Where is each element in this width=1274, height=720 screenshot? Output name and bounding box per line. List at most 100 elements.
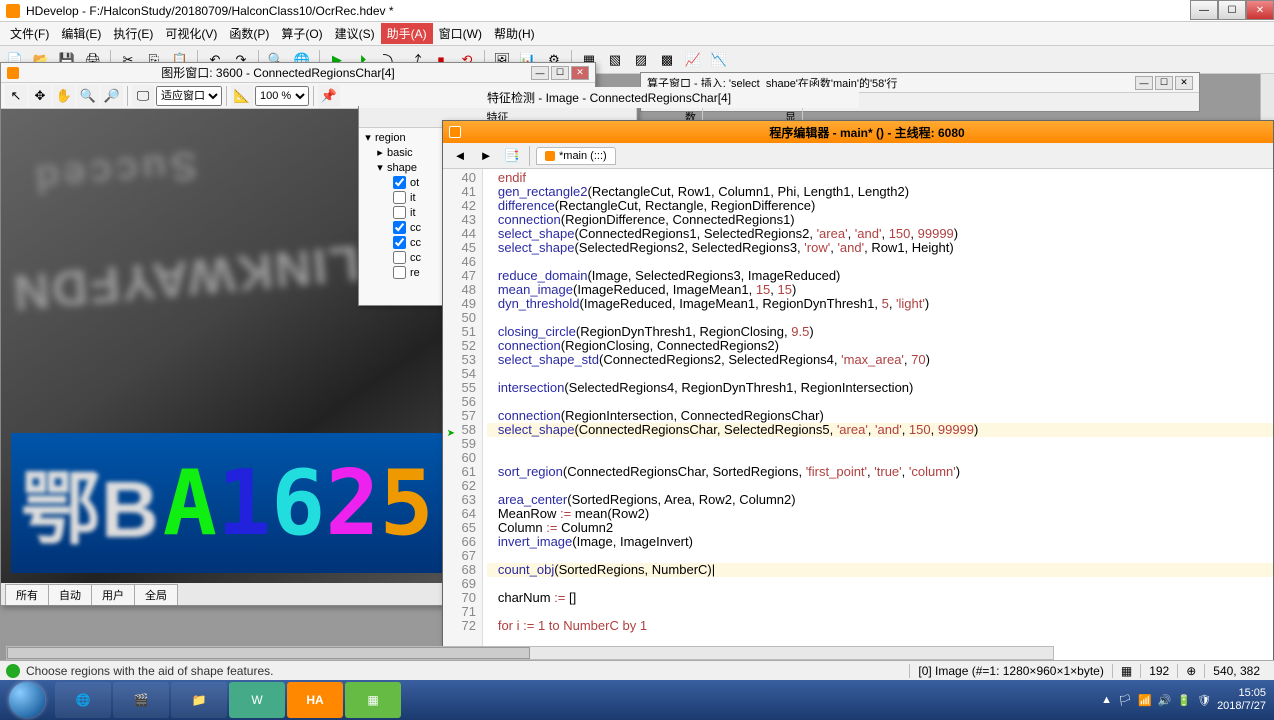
menu-advice[interactable]: 建议(S) [329,23,381,44]
editor-tab-main[interactable]: *main (:::) [536,147,616,165]
close-button[interactable]: ✕ [1246,0,1274,20]
task-wps[interactable]: W [229,682,285,718]
tree-shape[interactable]: shape [385,162,417,174]
task-explorer[interactable]: 📁 [171,682,227,718]
zoom-icon[interactable]: 🔍 [77,85,99,107]
start-button[interactable] [0,680,54,720]
op-min-icon[interactable]: — [1135,76,1153,90]
graphics-title: 图形窗口: 3600 - ConnectedRegionsChar[4] [25,64,531,81]
plate-char: 2 [325,451,379,556]
op-close-icon[interactable]: ✕ [1175,76,1193,90]
editor-toolbar: ◄ ► 📑 *main (:::) [443,143,1273,169]
tab-all[interactable]: 所有 [5,584,49,605]
gfx-max-icon[interactable]: ☐ [551,66,569,80]
maximize-button[interactable]: ☐ [1218,0,1246,20]
statusbar: Choose regions with the aid of shape fea… [0,660,1274,680]
editor-icon [449,126,461,138]
separator [313,86,314,106]
nav-back-icon[interactable]: ◄ [449,145,471,167]
tray-bat-icon[interactable]: 🔋 [1177,694,1191,707]
menu-file[interactable]: 文件(F) [4,23,55,44]
fit-select[interactable]: 适应窗口 [156,86,222,106]
feature-detect-title: 特征检测 - Image - ConnectedRegionsChar[4] [359,87,859,108]
tree-toggle-icon[interactable]: ▾ [363,131,373,144]
op-max-icon[interactable]: ☐ [1155,76,1173,90]
tray-up-icon[interactable]: ▲ [1101,694,1112,706]
bg-text-1: Succed [29,142,199,201]
tree-item-label: cc [408,252,421,264]
h-scrollbar[interactable] [6,646,1054,660]
window-controls: — ☐ ✕ [1190,0,1274,20]
menu-func[interactable]: 函数(P) [223,23,275,44]
tray-shield-icon[interactable]: 🛡 [1197,694,1211,707]
plate-char: A [163,451,217,556]
tree-region[interactable]: region [373,132,406,144]
tab-auto[interactable]: 自动 [48,584,92,605]
zoomout-icon[interactable]: 🔎 [101,85,123,107]
workspace: 算子窗口 - 插入: 'select_shape'在函数'main'的'58'行… [0,74,1274,680]
system-tray: ▲ 🏳 📶 🔊 🔋 🛡 15:05 2018/7/27 [1093,687,1274,713]
gfx-close-icon[interactable]: ✕ [571,66,589,80]
status-coords: 540, 382 [1204,664,1268,678]
task-hdevelop[interactable]: HA [287,682,343,718]
move-icon[interactable]: ✥ [29,85,51,107]
pin-icon[interactable]: 📌 [318,85,340,107]
minimize-button[interactable]: — [1190,0,1218,20]
tray-net-icon[interactable]: 📶 [1138,694,1152,707]
tree-checkbox[interactable] [393,176,406,189]
editor-title: 程序编辑器 - main* () - 主线程: 6080 [467,124,1267,141]
display-icon[interactable]: 🖵 [132,85,154,107]
gfx-icon [7,67,19,79]
layout2-icon[interactable]: ▧ [604,49,626,71]
tray-vol-icon[interactable]: 🔊 [1158,694,1172,707]
layout3-icon[interactable]: ▨ [630,49,652,71]
chart-icon[interactable]: 📈 [682,49,704,71]
histogram-icon[interactable]: 📉 [708,49,730,71]
tree-checkbox[interactable] [393,251,406,264]
menu-visual[interactable]: 可视化(V) [159,23,223,44]
menu-window[interactable]: 窗口(W) [433,23,488,44]
tree-checkbox[interactable] [393,266,406,279]
hand-icon[interactable]: ✋ [53,85,75,107]
code-content[interactable]: endif gen_rectangle2(RectangleCut, Row1,… [483,169,1273,667]
tree-checkbox[interactable] [393,221,406,234]
clock-date: 2018/7/27 [1217,700,1266,713]
tray-flag-icon[interactable]: 🏳 [1118,694,1132,707]
status-message: Choose regions with the aid of shape fea… [26,664,909,678]
tree-item-label: it [408,192,416,204]
menu-assist[interactable]: 助手(A) [381,23,433,44]
plate-char: 6 [271,451,325,556]
bookmark-icon[interactable]: 📑 [501,145,523,167]
tab-global[interactable]: 全局 [134,584,178,605]
task-media[interactable]: 🎬 [113,682,169,718]
tree-checkbox[interactable] [393,191,406,204]
plate-char: 5 [380,451,434,556]
nav-fwd-icon[interactable]: ► [475,145,497,167]
task-other[interactable]: ▦ [345,682,401,718]
ruler-icon[interactable]: 📐 [231,85,253,107]
line-gutter: 4041424344454647484950515253545556575859… [443,169,483,667]
layout4-icon[interactable]: ▩ [656,49,678,71]
editor-window: 程序编辑器 - main* () - 主线程: 6080 ◄ ► 📑 *main… [442,120,1274,668]
tree-item-label: it [408,207,416,219]
taskbar: 🌐 🎬 📁 W HA ▦ ▲ 🏳 📶 🔊 🔋 🛡 15:05 2018/7/27 [0,680,1274,720]
status-pixel-icon: ▦ [1112,664,1140,678]
tree-toggle-icon[interactable]: ▸ [375,146,385,159]
tree-toggle-icon[interactable]: ▾ [375,161,385,174]
gfx-min-icon[interactable]: — [531,66,549,80]
pointer-icon[interactable]: ↖ [5,85,27,107]
plate-char: 1 [217,451,271,556]
tree-basic[interactable]: basic [385,147,413,159]
scroll-thumb[interactable] [7,647,530,659]
tree-checkbox[interactable] [393,206,406,219]
tab-user[interactable]: 用户 [91,584,135,605]
menu-help[interactable]: 帮助(H) [488,23,541,44]
menu-run[interactable]: 执行(E) [107,23,159,44]
menu-op[interactable]: 算子(O) [275,23,328,44]
clock[interactable]: 15:05 2018/7/27 [1217,687,1266,713]
zoom-select[interactable]: 100 % [255,86,309,106]
menu-edit[interactable]: 编辑(E) [55,23,107,44]
task-ie[interactable]: 🌐 [55,682,111,718]
code-area[interactable]: 4041424344454647484950515253545556575859… [443,169,1273,667]
tree-checkbox[interactable] [393,236,406,249]
